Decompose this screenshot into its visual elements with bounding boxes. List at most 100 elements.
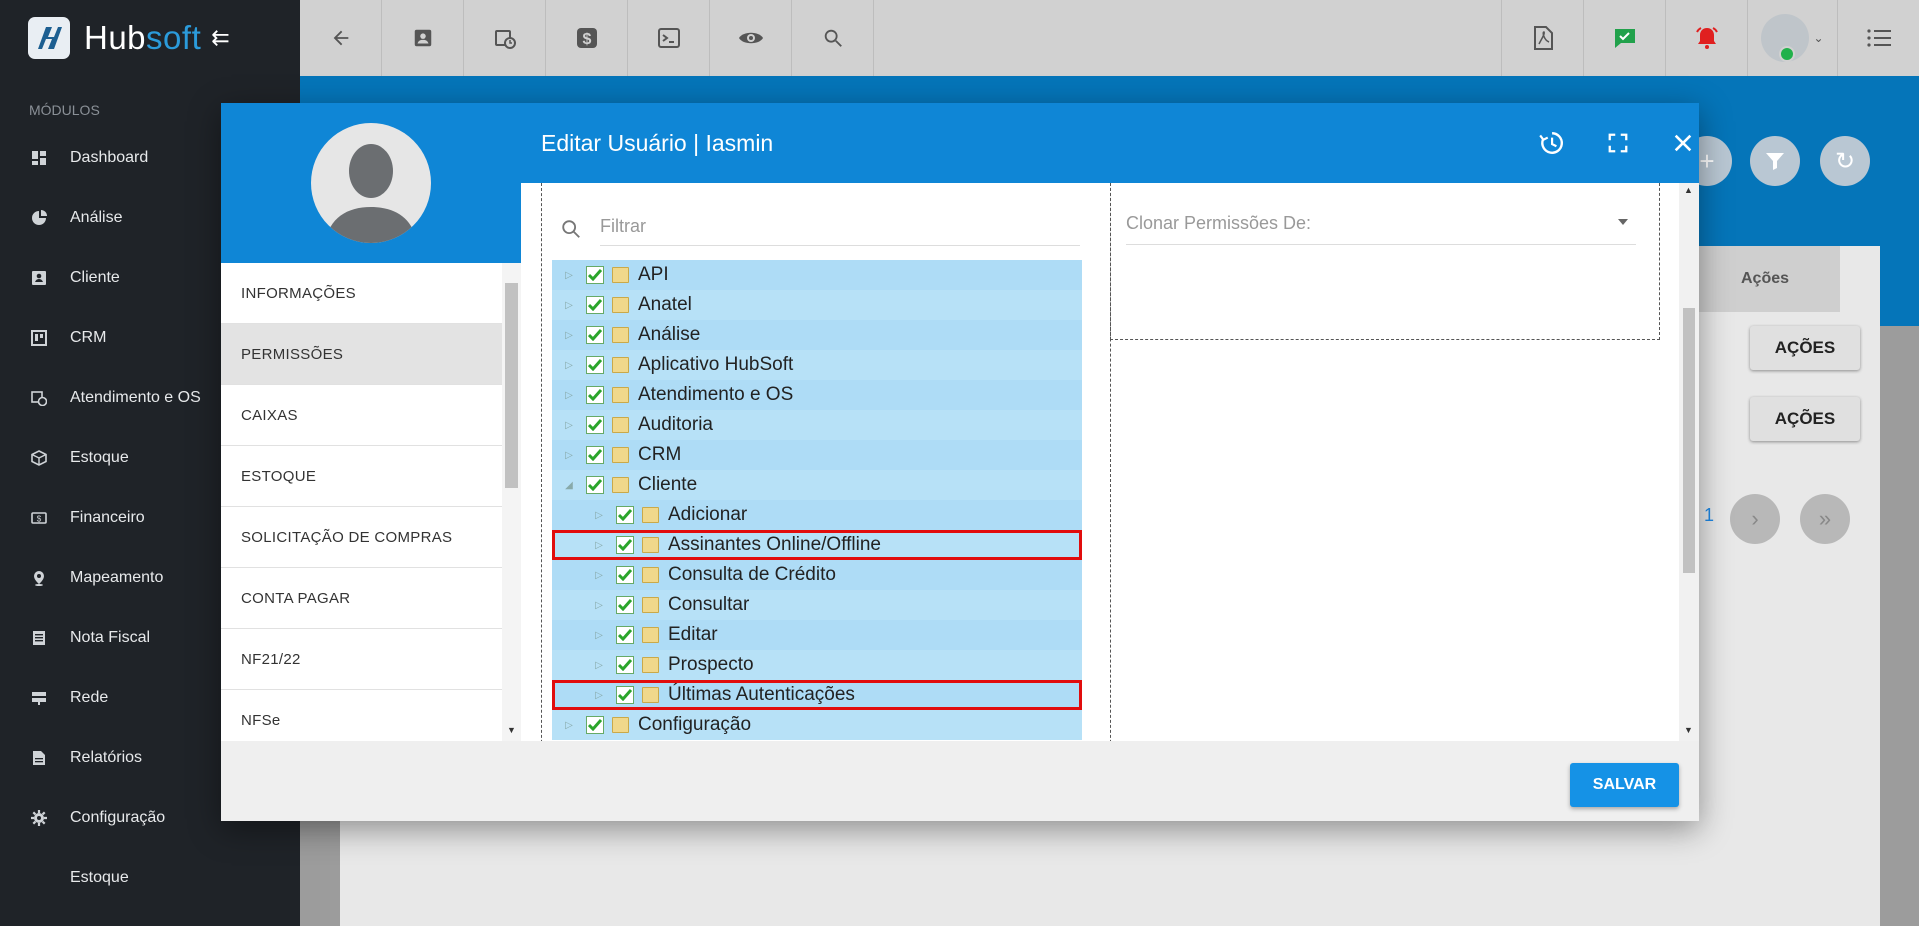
folder-icon: [642, 657, 659, 673]
tab-permiss-es[interactable]: PERMISSÕES: [221, 324, 502, 385]
checkbox-checked[interactable]: [586, 266, 604, 284]
tasks-button[interactable]: [1583, 0, 1665, 76]
collapsed-arrow-icon[interactable]: ▷: [562, 360, 576, 371]
folder-icon: [612, 267, 629, 283]
list-menu-button[interactable]: [1837, 0, 1919, 76]
scroll-down-arrow-icon[interactable]: ▼: [1684, 725, 1693, 735]
tree-node[interactable]: ▷ Editar: [552, 620, 1082, 650]
collapsed-arrow-icon[interactable]: ▷: [592, 570, 606, 581]
tree-node-label: Análise: [638, 324, 701, 345]
back-button[interactable]: [300, 0, 382, 76]
checkbox-checked[interactable]: [586, 356, 604, 374]
checkbox-checked[interactable]: [616, 626, 634, 644]
collapsed-arrow-icon[interactable]: ▷: [592, 630, 606, 641]
caret-down-icon: [1618, 219, 1628, 225]
tab-informa-es[interactable]: INFORMAÇÕES: [221, 263, 502, 324]
tree-node[interactable]: ▷ Consultar: [552, 590, 1082, 620]
tree-node-label: Atendimento e OS: [638, 384, 794, 405]
user-photo[interactable]: [311, 123, 431, 243]
tabs-scrollbar[interactable]: ▼: [502, 263, 521, 741]
collapsed-arrow-icon[interactable]: ▷: [562, 450, 576, 461]
acoes-button[interactable]: AÇÕES: [1750, 326, 1860, 370]
alerts-button[interactable]: [1665, 0, 1747, 76]
tree-node[interactable]: ▷ Configuração: [552, 710, 1082, 740]
last-page-button[interactable]: »: [1800, 494, 1850, 544]
expanded-arrow-icon[interactable]: ◢: [562, 480, 576, 491]
save-button[interactable]: SALVAR: [1570, 763, 1679, 807]
calendar-clock-icon: [494, 30, 516, 49]
refresh-circle-button[interactable]: ↻: [1820, 136, 1870, 186]
pdf-button[interactable]: [1501, 0, 1583, 76]
checkbox-checked[interactable]: [616, 596, 634, 614]
filter-input[interactable]: [600, 208, 1080, 246]
acoes-button[interactable]: AÇÕES: [1750, 397, 1860, 441]
collapsed-arrow-icon[interactable]: ▷: [562, 270, 576, 281]
checkbox-checked[interactable]: [586, 476, 604, 494]
finance-button[interactable]: $: [546, 0, 628, 76]
tree-node[interactable]: ▷ Anatel: [552, 290, 1082, 320]
filter-circle-button[interactable]: [1750, 136, 1800, 186]
tab-conta-pagar[interactable]: CONTA PAGAR: [221, 568, 502, 629]
collapsed-arrow-icon[interactable]: ▷: [562, 420, 576, 431]
checkbox-checked[interactable]: [586, 296, 604, 314]
checkbox-checked[interactable]: [586, 416, 604, 434]
tab-solicita-o-de-compras[interactable]: SOLICITAÇÃO DE COMPRAS: [221, 507, 502, 568]
checkbox-checked[interactable]: [586, 326, 604, 344]
tree-node[interactable]: ▷ API: [552, 260, 1082, 290]
checkbox-checked[interactable]: [616, 566, 634, 584]
modal-title: Editar Usuário | Iasmin: [541, 130, 774, 156]
fullscreen-button[interactable]: [1600, 125, 1636, 161]
brand[interactable]: Hubsoft ⇇: [0, 0, 300, 76]
tree-node[interactable]: ▷ Aplicativo HubSoft: [552, 350, 1082, 380]
checkbox-checked[interactable]: [586, 446, 604, 464]
checkbox-checked[interactable]: [616, 536, 634, 554]
sidebar-item-label: Estoque: [70, 869, 129, 886]
contact-card-icon: [414, 29, 431, 47]
terminal-button[interactable]: [628, 0, 710, 76]
collapsed-arrow-icon[interactable]: ▷: [592, 660, 606, 671]
tree-node[interactable]: ▷ Assinantes Online/Offline: [552, 530, 1082, 560]
collapsed-arrow-icon[interactable]: ▷: [592, 690, 606, 701]
tree-node[interactable]: ▷ Adicionar: [552, 500, 1082, 530]
collapsed-arrow-icon[interactable]: ▷: [592, 600, 606, 611]
tree-node[interactable]: ▷ Últimas Autenticações: [552, 680, 1082, 710]
checkbox-checked[interactable]: [616, 686, 634, 704]
schedule-button[interactable]: [464, 0, 546, 76]
tab-nfse[interactable]: NFSe: [221, 690, 502, 741]
close-button[interactable]: [1665, 125, 1701, 161]
search-button[interactable]: [792, 0, 874, 76]
scroll-down-arrow-icon[interactable]: ▼: [507, 725, 516, 735]
view-button[interactable]: [710, 0, 792, 76]
tree-node[interactable]: ▷ CRM: [552, 440, 1082, 470]
checkbox-checked[interactable]: [616, 656, 634, 674]
check-icon: [588, 449, 602, 461]
checkbox-checked[interactable]: [586, 716, 604, 734]
collapsed-arrow-icon[interactable]: ▷: [562, 330, 576, 341]
tree-node[interactable]: ◢ Cliente: [552, 470, 1082, 500]
collapsed-arrow-icon[interactable]: ▷: [562, 720, 576, 731]
scroll-up-arrow-icon[interactable]: ▲: [1684, 185, 1693, 195]
collapse-menu-icon[interactable]: ⇇: [211, 25, 229, 51]
tree-node-label: Cliente: [638, 474, 698, 495]
tab-nf21-22[interactable]: NF21/22: [221, 629, 502, 690]
checkbox-checked[interactable]: [616, 506, 634, 524]
clone-permissions-select[interactable]: Clonar Permissões De:: [1126, 203, 1636, 245]
tree-node[interactable]: ▷ Prospecto: [552, 650, 1082, 680]
tab-caixas[interactable]: CAIXAS: [221, 385, 502, 446]
history-button[interactable]: [1533, 125, 1569, 161]
collapsed-arrow-icon[interactable]: ▷: [592, 510, 606, 521]
collapsed-arrow-icon[interactable]: ▷: [562, 390, 576, 401]
collapsed-arrow-icon[interactable]: ▷: [592, 540, 606, 551]
checkbox-checked[interactable]: [586, 386, 604, 404]
tab-estoque[interactable]: ESTOQUE: [221, 446, 502, 507]
next-page-button[interactable]: ›: [1730, 494, 1780, 544]
tree-node[interactable]: ▷ Atendimento e OS: [552, 380, 1082, 410]
tree-node[interactable]: ▷ Consulta de Crédito: [552, 560, 1082, 590]
contact-button[interactable]: [382, 0, 464, 76]
user-menu-button[interactable]: ⌄: [1747, 0, 1837, 76]
content-scrollbar[interactable]: ▲ ▼: [1679, 183, 1699, 741]
collapsed-arrow-icon[interactable]: ▷: [562, 300, 576, 311]
sidebar-item-estoque[interactable]: Estoque: [0, 848, 300, 908]
tree-node[interactable]: ▷ Análise: [552, 320, 1082, 350]
tree-node[interactable]: ▷ Auditoria: [552, 410, 1082, 440]
